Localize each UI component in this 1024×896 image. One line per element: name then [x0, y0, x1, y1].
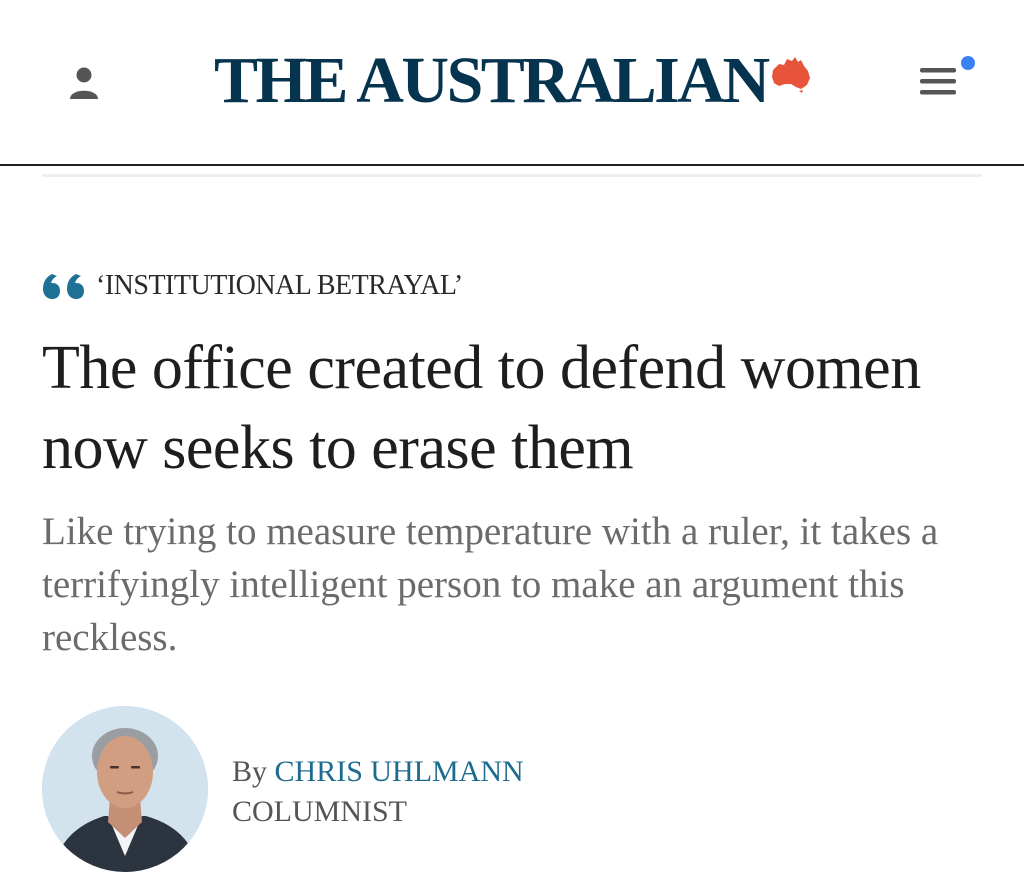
- notification-dot: [961, 56, 975, 70]
- byline-prefix: By: [232, 755, 268, 788]
- kicker-label: ‘INSTITUTIONAL BETRAYAL’: [96, 270, 463, 301]
- article-headline[interactable]: The office created to defend women now s…: [42, 328, 992, 488]
- author-role: COLUMNIST: [232, 795, 408, 828]
- menu-button[interactable]: [916, 54, 980, 106]
- quote-icon: [43, 274, 84, 299]
- header-divider: [42, 174, 982, 177]
- byline-author-line: By CHRIS UHLMANN: [232, 752, 524, 792]
- byline: By CHRIS UHLMANN COLUMNIST: [232, 752, 524, 832]
- masthead-logo[interactable]: THE AUSTRALIAN: [214, 46, 812, 116]
- author-avatar[interactable]: [42, 706, 208, 872]
- site-header: THE AUSTRALIAN: [0, 0, 1024, 166]
- hamburger-menu-icon: [920, 68, 956, 95]
- masthead-title: THE AUSTRALIAN: [214, 44, 770, 117]
- person-icon: [70, 67, 98, 99]
- australia-map-icon: [771, 57, 810, 93]
- author-portrait-image: [42, 706, 208, 872]
- article-standfirst: Like trying to measure temperature with …: [42, 510, 939, 659]
- kicker[interactable]: ‘INSTITUTIONAL BETRAYAL’: [42, 266, 463, 306]
- account-button[interactable]: [62, 62, 106, 106]
- author-name-link[interactable]: CHRIS UHLMANN: [275, 755, 524, 788]
